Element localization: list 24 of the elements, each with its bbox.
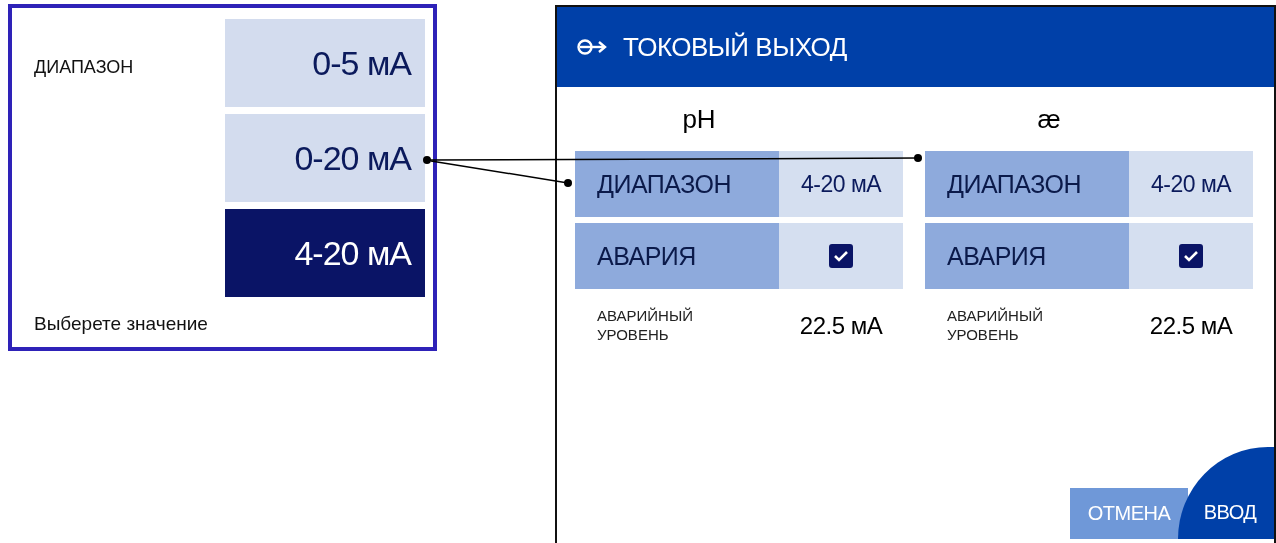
range-option[interactable]: 0-20 мА (225, 114, 425, 202)
checkmark-icon (833, 250, 849, 262)
channel-name: æ (1036, 102, 1062, 136)
alarm-label: АВАРИЯ (925, 223, 1129, 289)
range-label: ДИАПАЗОН (925, 151, 1129, 217)
range-option[interactable]: 0-5 мА (225, 19, 425, 107)
alarm-label: АВАРИЯ (575, 223, 779, 289)
screen-title: ТОКОВЫЙ ВЫХОД (623, 31, 847, 63)
channel-name: pH (681, 102, 717, 136)
output-arrow-icon (577, 39, 607, 55)
range-label: ДИАПАЗОН (575, 151, 779, 217)
checkmark-icon (1183, 250, 1199, 262)
range-value[interactable]: 4-20 мА (1129, 151, 1253, 217)
alarm-level-value: 22.5 мА (798, 311, 884, 340)
range-label: ДИАПАЗОН (34, 57, 134, 79)
alarm-level-label: АВАРИЙНЫЙ УРОВЕНЬ (946, 307, 1044, 345)
range-value[interactable]: 4-20 мА (779, 151, 903, 217)
alarm-level-label: АВАРИЙНЫЙ УРОВЕНЬ (596, 307, 694, 345)
alarm-checkbox[interactable] (829, 244, 853, 268)
alarm-checkbox[interactable] (1179, 244, 1203, 268)
confirm-button[interactable]: ВВОД (1178, 447, 1274, 539)
range-option[interactable]: 4-20 мА (225, 209, 425, 297)
hint-text: Выберете значение (34, 313, 209, 335)
alarm-level-value: 22.5 мА (1148, 311, 1234, 340)
